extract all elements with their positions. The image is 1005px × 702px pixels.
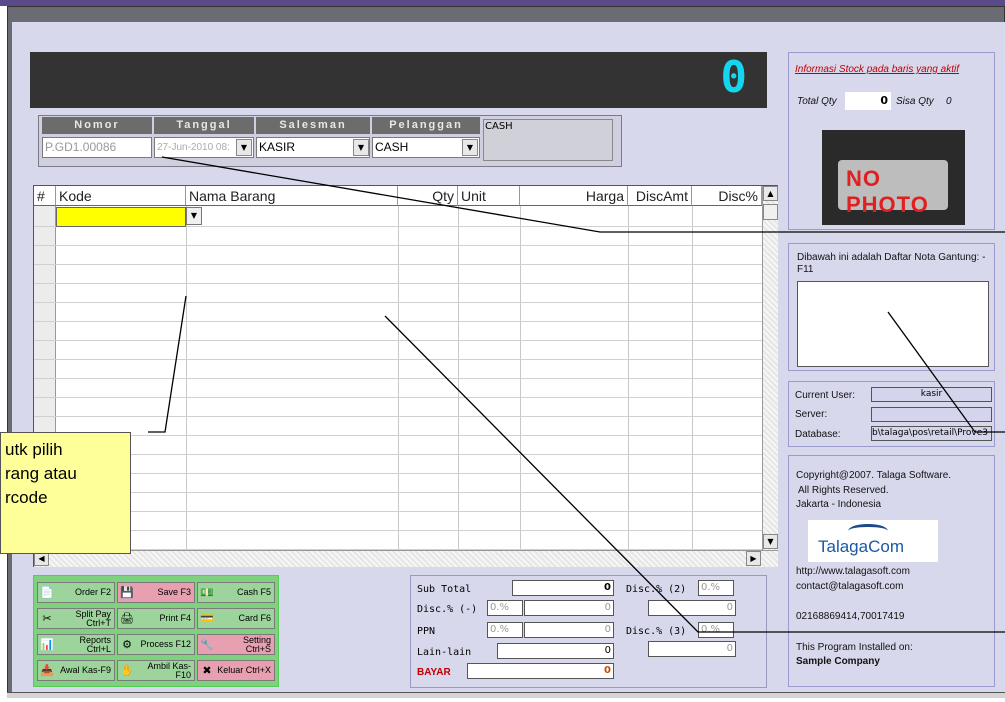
callout-box: utk pilih rang atau rcode <box>0 432 131 554</box>
callout-line-3: rcode <box>5 488 48 507</box>
window-bottom-edge <box>7 692 1005 698</box>
callout-line-2: rang atau <box>5 464 77 483</box>
callout-line-1: utk pilih <box>5 440 63 459</box>
annotation-lines <box>148 156 1005 633</box>
